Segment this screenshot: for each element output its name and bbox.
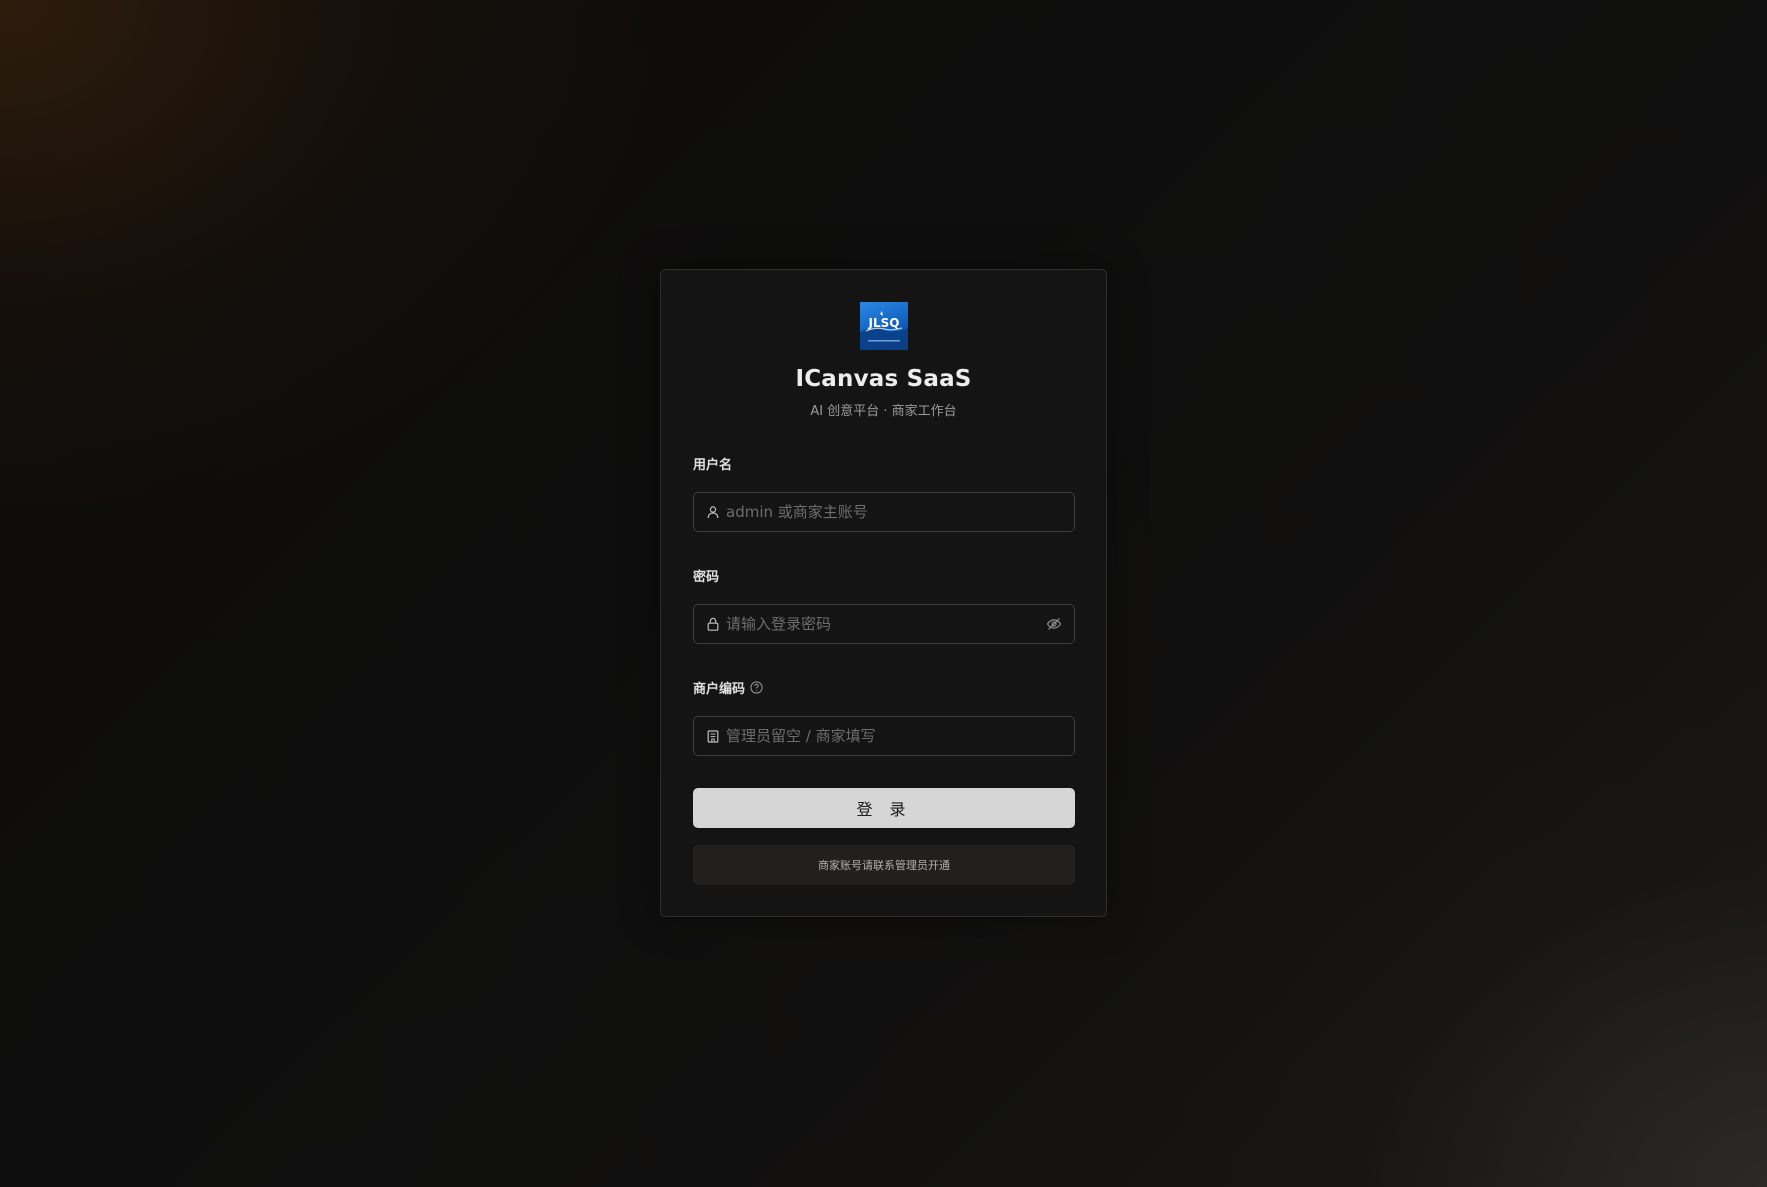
app-title: ICanvas SaaS: [795, 366, 972, 392]
brand-logo: JLSQ: [860, 302, 908, 350]
password-field[interactable]: [693, 604, 1075, 644]
password-input[interactable]: [726, 605, 1040, 643]
app-subtitle: AI 创意平台 · 商家工作台: [810, 404, 957, 419]
password-label: 密码: [693, 566, 719, 585]
eye-invisible-icon[interactable]: [1046, 616, 1062, 632]
login-card: JLSQ ICanvas SaaS AI 创意平台 · 商家工作台 用户名 密码: [660, 269, 1107, 917]
account-notice: 商家账号请联系管理员开通: [693, 845, 1075, 885]
question-circle-icon[interactable]: [750, 681, 763, 694]
username-label-text: 用户名: [693, 458, 733, 473]
login-button[interactable]: 登 录: [693, 788, 1075, 828]
username-label: 用户名: [693, 454, 732, 473]
logo-image-icon: JLSQ: [860, 311, 908, 350]
merchant-code-input[interactable]: [726, 717, 1062, 755]
lock-icon: [706, 617, 720, 631]
merchant-code-label-text: 商户编码: [693, 682, 746, 697]
password-label-text: 密码: [693, 570, 720, 585]
user-icon: [706, 505, 720, 519]
svg-text:JLSQ: JLSQ: [868, 316, 900, 330]
username-field[interactable]: [693, 492, 1075, 532]
merchant-code-label: 商户编码: [693, 678, 763, 697]
building-icon: [706, 729, 720, 743]
merchant-code-field[interactable]: [693, 716, 1075, 756]
account-notice-text: 商家账号请联系管理员开通: [818, 859, 950, 872]
username-input[interactable]: [726, 493, 1062, 531]
